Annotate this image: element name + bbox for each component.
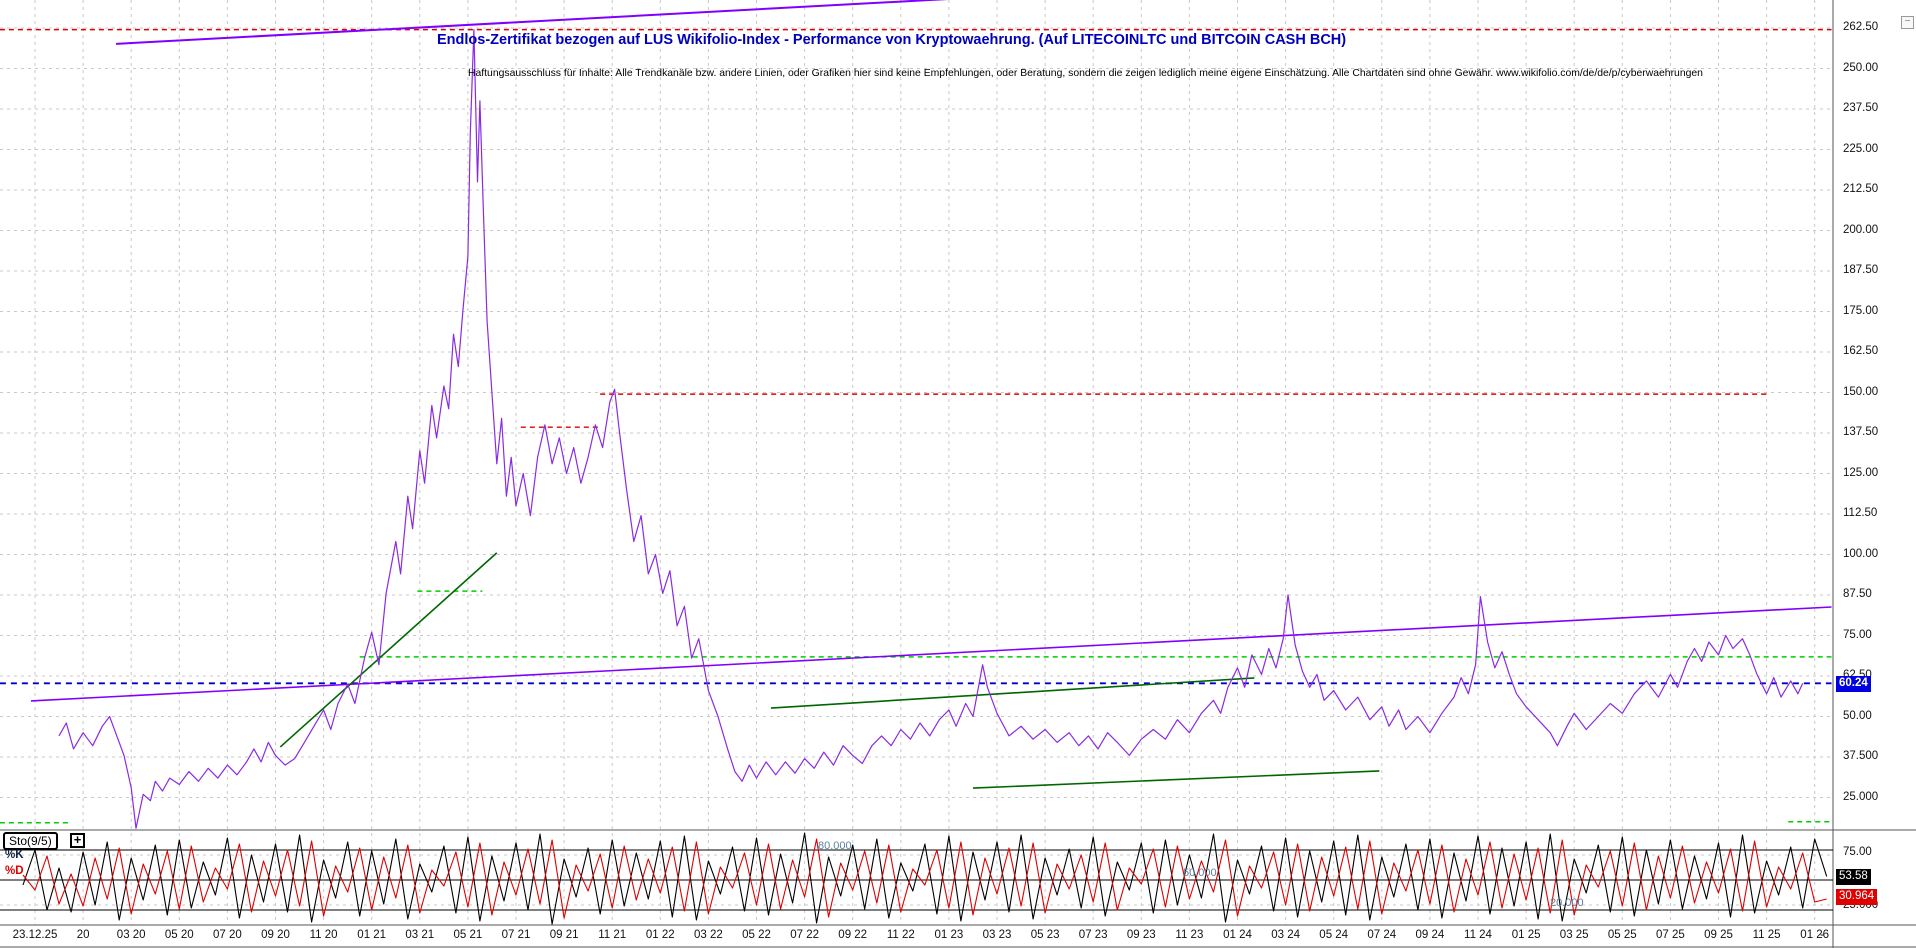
d-line-label: %D: [5, 865, 24, 877]
sto-band-label: 50.000: [1183, 867, 1217, 879]
date-axis-label: 09 20: [261, 929, 290, 941]
date-axis-label: 05 25: [1607, 929, 1637, 941]
price-axis-label: 250.00: [1843, 61, 1879, 74]
price-axis-label: 75.00: [1843, 628, 1872, 641]
date-axis-label: 09 24: [1415, 929, 1445, 941]
date-axis-label: 11 24: [1464, 929, 1492, 941]
trend-shallow-lower-darkgreen: [972, 770, 1380, 789]
price-axis-label: 25.000: [1843, 790, 1879, 803]
date-axis-label: 11 23: [1175, 929, 1204, 941]
k-line-label: %K: [5, 849, 24, 861]
k-value-badge: 53.58: [1836, 869, 1871, 885]
date-axis-label: 09 22: [838, 929, 868, 941]
date-axis-label: 03 21: [405, 929, 435, 941]
date-axis-label: 11 20: [309, 929, 338, 941]
date-axis-label: 09 25: [1704, 929, 1733, 941]
date-axis-label: 11 25: [1752, 929, 1781, 941]
date-axis-label: 01 23: [934, 929, 964, 941]
indicator-name-button[interactable]: Sto(9/5): [3, 832, 58, 850]
date-axis-label: 05 20: [164, 929, 194, 941]
date-axis-label: 03 23: [982, 929, 1012, 941]
chart-canvas: [0, 0, 1916, 948]
price-axis-label: 37.500: [1843, 750, 1879, 762]
date-axis-label: 01 21: [357, 929, 387, 941]
chart-application: Endlos-Zertifikat bezogen auf LUS Wikifo…: [0, 0, 1916, 948]
current-price-badge: 60.24: [1836, 676, 1871, 692]
date-axis-label: 01 26: [1800, 929, 1830, 941]
price-axis-label: 87.50: [1843, 588, 1872, 600]
date-axis-label: 07 22: [790, 929, 819, 941]
d-value-badge: 30.964: [1836, 889, 1878, 905]
date-axis-label: 20: [76, 929, 90, 941]
price-axis-label: 125.00: [1843, 466, 1879, 479]
sto-axis-label: 75.00: [1843, 846, 1872, 858]
date-axis-label: 05 21: [453, 929, 483, 941]
date-axis-label: 07 21: [501, 929, 531, 941]
date-axis-label: 07 20: [213, 929, 242, 941]
date-axis-label: 03 25: [1559, 929, 1589, 941]
date-axis-label: 09 21: [549, 929, 579, 941]
date-axis-label: 11 22: [886, 929, 915, 941]
date-axis-label: 01 25: [1511, 929, 1541, 941]
date-axis-label: 03 24: [1271, 929, 1300, 941]
channel-lower-purple: [30, 606, 1832, 702]
collapse-axis-icon[interactable]: −: [1901, 16, 1914, 29]
date-axis-label: 07 25: [1656, 929, 1685, 941]
price-axis-label: 187.50: [1843, 264, 1879, 276]
price-axis-label: 150.00: [1843, 385, 1879, 398]
price-axis-label: 262.50: [1843, 21, 1879, 33]
date-axis-label: 01 22: [645, 929, 675, 941]
add-indicator-icon[interactable]: +: [70, 833, 85, 848]
date-axis-label: 07 23: [1078, 929, 1108, 941]
price-axis-label: 225.00: [1843, 142, 1879, 155]
price-axis-label: 112.50: [1843, 507, 1878, 519]
price-axis-label: 100.00: [1843, 547, 1879, 560]
date-axis-label: 05 22: [742, 929, 771, 941]
date-axis-label: 07 24: [1367, 929, 1397, 941]
date-axis-overflow-button[interactable]: -: [1820, 929, 1824, 941]
date-axis-label: 11 21: [598, 929, 627, 941]
price-axis-label: 137.50: [1843, 426, 1879, 438]
price-axis-label: 50.00: [1843, 709, 1872, 722]
date-axis-label: 05 23: [1030, 929, 1060, 941]
disclaimer-text: Haftungsausschluss für Inhalte: Alle Tre…: [468, 68, 1703, 79]
date-axis-label: 09 23: [1126, 929, 1156, 941]
sto-band-label: 20.000: [1550, 897, 1584, 909]
date-axis-label: 01 24: [1223, 929, 1252, 941]
price-axis-label: 162.50: [1843, 345, 1879, 357]
date-axis-label: 23.12.25: [12, 929, 58, 941]
price-axis-label: 212.50: [1843, 183, 1879, 195]
date-axis-label: 05 24: [1319, 929, 1349, 941]
date-axis-label: 03 22: [694, 929, 723, 941]
chart-title: Endlos-Zertifikat bezogen auf LUS Wikifo…: [437, 32, 1347, 48]
sto-band-label: 80.000: [818, 840, 852, 852]
price-axis-label: 175.00: [1843, 304, 1879, 317]
date-axis-label: 03 20: [116, 929, 146, 941]
price-axis-label: 237.50: [1843, 102, 1879, 114]
price-axis-label: 200.00: [1843, 223, 1879, 236]
